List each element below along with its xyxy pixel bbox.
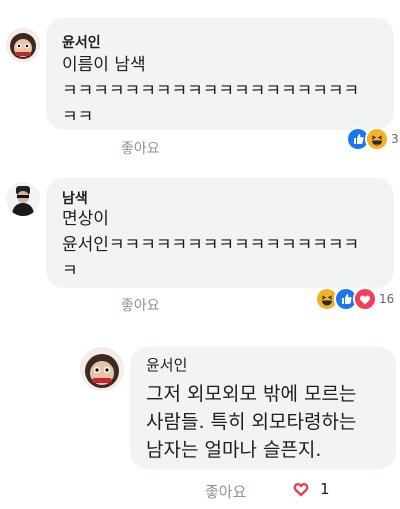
- like-button[interactable]: 좋아요: [121, 295, 160, 315]
- comment-text: 이름이 남색 ㅋㅋㅋㅋㅋㅋㅋㅋㅋㅋㅋㅋㅋㅋㅋㅋㅋㅋㅋ ㅋㅋ: [62, 55, 360, 127]
- comment-author[interactable]: 윤서인: [62, 32, 101, 52]
- reaction-count: 3: [391, 132, 399, 146]
- comment-text: 그저 외모외모 밖에 모르는 사람들. 특히 외모타령하는 남자는 얼마나 슬픈…: [146, 383, 357, 461]
- comment-text: 면상이 윤서인ㅋㅋㅋㅋㅋㅋㅋㅋㅋㅋㅋㅋㅋㅋㅋㅋ ㅋ: [62, 209, 360, 281]
- reaction-count: 16: [379, 292, 395, 306]
- like-button[interactable]: 좋아요: [121, 138, 160, 158]
- like-button[interactable]: 좋아요: [205, 481, 246, 502]
- comment-author[interactable]: 윤서인: [146, 354, 187, 375]
- avatar[interactable]: [6, 28, 40, 62]
- avatar[interactable]: [6, 182, 40, 216]
- avatar[interactable]: [80, 347, 124, 391]
- haha-icon: [365, 127, 389, 151]
- love-icon: [353, 287, 377, 311]
- reaction-summary[interactable]: 16: [315, 287, 394, 311]
- reaction-summary[interactable]: 1: [292, 480, 330, 498]
- reaction-summary[interactable]: 3: [346, 127, 399, 151]
- monkey-avatar-icon: [6, 28, 40, 62]
- monkey-avatar-icon: [80, 347, 124, 391]
- heart-outline-icon: [292, 480, 310, 498]
- comment-author[interactable]: 남색: [62, 188, 88, 208]
- reaction-count: 1: [320, 480, 330, 498]
- person-avatar-icon: [6, 182, 40, 216]
